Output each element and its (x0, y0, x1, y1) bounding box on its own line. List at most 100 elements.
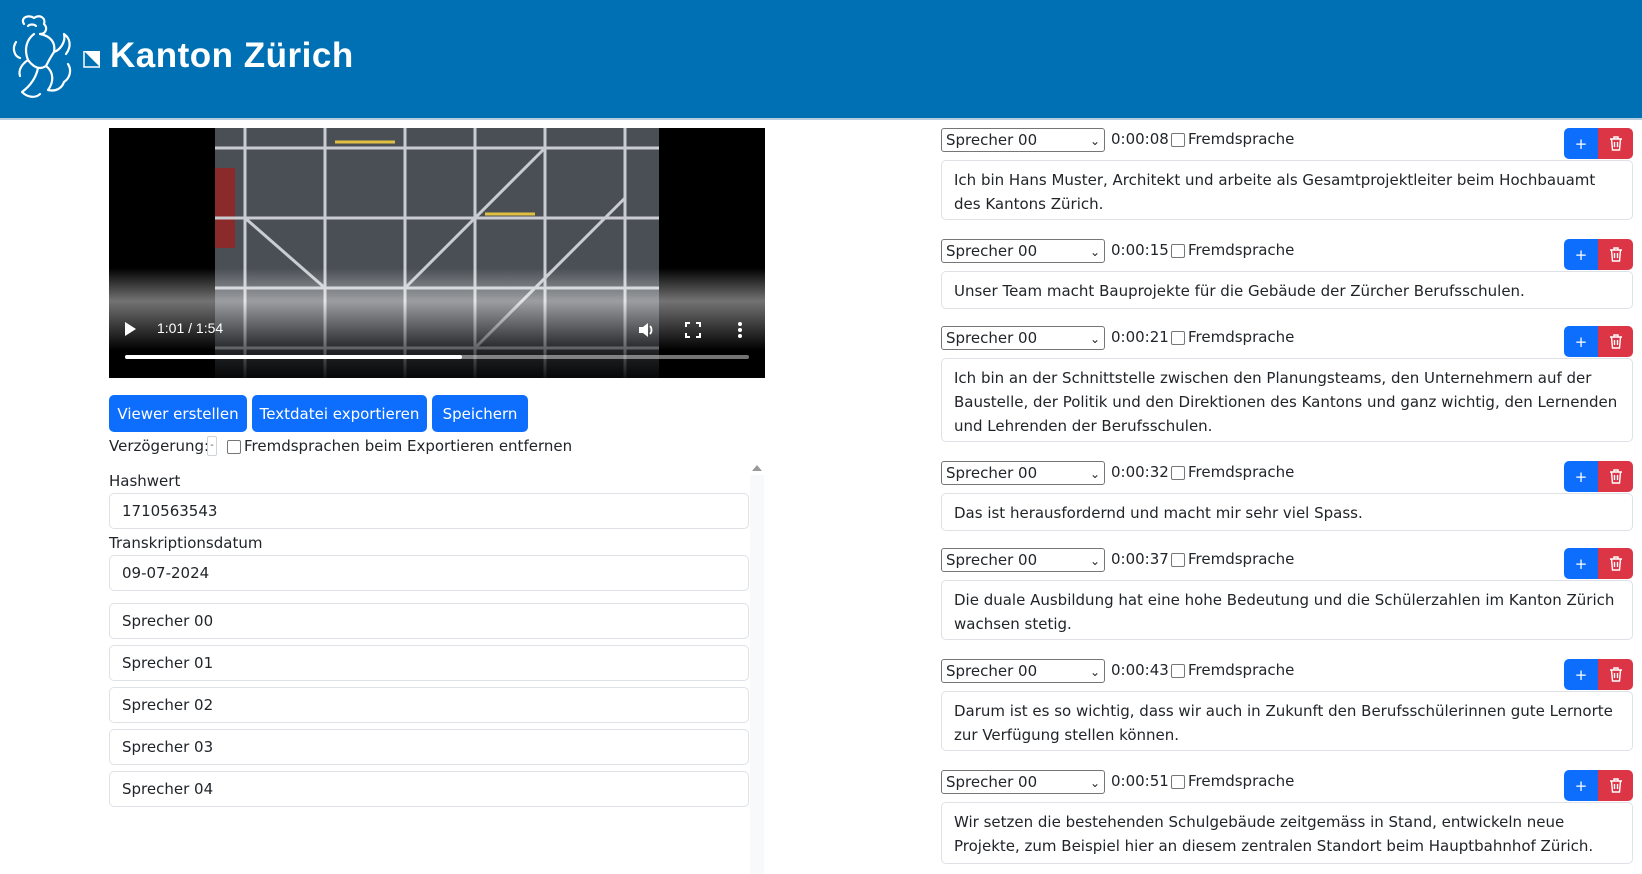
chevron-down-icon: ⌄ (1089, 134, 1100, 148)
remove-foreign-label: Fremdsprachen beim Exportieren entfernen (244, 437, 573, 455)
foreign-language-checkbox[interactable] (1171, 244, 1185, 258)
video-player[interactable]: 1:01 / 1:54 (109, 128, 765, 378)
segment-text[interactable]: Ich bin Hans Muster, Architekt und arbei… (941, 160, 1633, 220)
segment-time: 0:00:15 (1111, 241, 1169, 259)
speaker-select[interactable]: Sprecher 00 ⌄ (941, 659, 1105, 683)
delete-segment-button[interactable] (1598, 128, 1633, 159)
segment-text[interactable]: Wir setzen die bestehenden Schulgebäude … (941, 802, 1633, 864)
trash-icon (1609, 136, 1622, 151)
chevron-down-icon: ⌄ (1089, 665, 1100, 679)
more-options-icon[interactable] (737, 321, 743, 339)
speaker-select-value: Sprecher 00 (946, 662, 1038, 680)
delete-segment-button[interactable] (1598, 770, 1633, 801)
date-input[interactable]: 09-07-2024 (109, 555, 749, 591)
foreign-language-checkbox[interactable] (1171, 133, 1185, 147)
foreign-language-label: Fremdsprache (1188, 772, 1295, 790)
speaker-select-value: Sprecher 00 (946, 131, 1038, 149)
segment-time: 0:00:08 (1111, 130, 1169, 148)
segment-time: 0:00:51 (1111, 772, 1169, 790)
foreign-language-label: Fremdsprache (1188, 661, 1295, 679)
foreign-language-checkbox[interactable] (1171, 553, 1185, 567)
trash-icon (1609, 667, 1622, 682)
foreign-language-label: Fremdsprache (1188, 328, 1295, 346)
delay-input[interactable]: - (207, 436, 217, 456)
remove-foreign-checkbox[interactable] (227, 440, 241, 454)
foreign-language-label: Fremdsprache (1188, 463, 1295, 481)
delete-segment-button[interactable] (1598, 239, 1633, 270)
hash-input[interactable]: 1710563543 (109, 493, 749, 529)
foreign-language-checkbox[interactable] (1171, 664, 1185, 678)
speaker-name-input[interactable]: Sprecher 01 (109, 645, 749, 681)
play-icon[interactable] (125, 322, 136, 336)
foreign-language-checkbox[interactable] (1171, 775, 1185, 789)
speaker-select[interactable]: Sprecher 00 ⌄ (941, 128, 1105, 152)
delete-segment-button[interactable] (1598, 326, 1633, 357)
trash-icon (1609, 469, 1622, 484)
brand-title: Kanton Zürich (110, 36, 354, 75)
speaker-select[interactable]: Sprecher 00 ⌄ (941, 461, 1105, 485)
speaker-name-input[interactable]: Sprecher 00 (109, 603, 749, 639)
video-progress-fill (125, 355, 462, 359)
speaker-name-input[interactable]: Sprecher 02 (109, 687, 749, 723)
segment-time: 0:00:32 (1111, 463, 1169, 481)
segment-text[interactable]: Unser Team macht Bauprojekte für die Geb… (941, 271, 1633, 309)
foreign-language-label: Fremdsprache (1188, 241, 1295, 259)
add-segment-button[interactable]: + (1564, 239, 1598, 270)
speaker-select-value: Sprecher 00 (946, 329, 1038, 347)
save-button[interactable]: Speichern (432, 395, 528, 432)
segment-time: 0:00:21 (1111, 328, 1169, 346)
add-segment-button[interactable]: + (1564, 128, 1598, 159)
segment-time: 0:00:37 (1111, 550, 1169, 568)
site-header: Kanton Zürich (0, 0, 1642, 120)
speaker-select-value: Sprecher 00 (946, 773, 1038, 791)
left-scrollbar[interactable] (750, 475, 764, 874)
add-segment-button[interactable]: + (1564, 770, 1598, 801)
viewer-create-button[interactable]: Viewer erstellen (109, 395, 247, 432)
hash-label: Hashwert (109, 472, 181, 490)
speaker-select[interactable]: Sprecher 00 ⌄ (941, 326, 1105, 350)
speaker-select-value: Sprecher 00 (946, 551, 1038, 569)
speaker-name-input[interactable]: Sprecher 04 (109, 771, 749, 807)
segment-text[interactable]: Darum ist es so wichtig, dass wir auch i… (941, 691, 1633, 751)
segment-text[interactable]: Ich bin an der Schnittstelle zwischen de… (941, 358, 1633, 442)
export-text-button[interactable]: Textdatei exportieren (252, 395, 427, 432)
speaker-select[interactable]: Sprecher 00 ⌄ (941, 770, 1105, 794)
segment-time: 0:00:43 (1111, 661, 1169, 679)
add-segment-button[interactable]: + (1564, 548, 1598, 579)
date-label: Transkriptionsdatum (109, 534, 263, 552)
foreign-language-checkbox[interactable] (1171, 466, 1185, 480)
corner-mark-icon (83, 51, 100, 68)
segment-text[interactable]: Die duale Ausbildung hat eine hohe Bedeu… (941, 580, 1633, 640)
foreign-language-label: Fremdsprache (1188, 550, 1295, 568)
add-segment-button[interactable]: + (1564, 326, 1598, 357)
add-segment-button[interactable]: + (1564, 461, 1598, 492)
video-time: 1:01 / 1:54 (157, 320, 224, 336)
chevron-down-icon: ⌄ (1089, 332, 1100, 346)
chevron-down-icon: ⌄ (1089, 245, 1100, 259)
speaker-select[interactable]: Sprecher 00 ⌄ (941, 548, 1105, 572)
delete-segment-button[interactable] (1598, 548, 1633, 579)
foreign-language-checkbox[interactable] (1171, 331, 1185, 345)
fullscreen-icon[interactable] (685, 322, 701, 338)
speaker-select-value: Sprecher 00 (946, 242, 1038, 260)
trash-icon (1609, 778, 1622, 793)
trash-icon (1609, 334, 1622, 349)
foreign-language-label: Fremdsprache (1188, 130, 1295, 148)
chevron-down-icon: ⌄ (1089, 467, 1100, 481)
delay-label: Verzögerung: (109, 437, 210, 455)
delete-segment-button[interactable] (1598, 461, 1633, 492)
volume-icon[interactable] (637, 321, 655, 339)
zurich-lion-logo-icon (12, 15, 72, 98)
speaker-select-value: Sprecher 00 (946, 464, 1038, 482)
speaker-select[interactable]: Sprecher 00 ⌄ (941, 239, 1105, 263)
segment-text[interactable]: Das ist herausfordernd und macht mir seh… (941, 493, 1633, 531)
video-progress-bar[interactable] (125, 355, 749, 359)
chevron-down-icon: ⌄ (1089, 554, 1100, 568)
scroll-up-arrow-icon[interactable] (752, 465, 762, 471)
add-segment-button[interactable]: + (1564, 659, 1598, 690)
trash-icon (1609, 556, 1622, 571)
trash-icon (1609, 247, 1622, 262)
chevron-down-icon: ⌄ (1089, 776, 1100, 790)
delete-segment-button[interactable] (1598, 659, 1633, 690)
speaker-name-input[interactable]: Sprecher 03 (109, 729, 749, 765)
